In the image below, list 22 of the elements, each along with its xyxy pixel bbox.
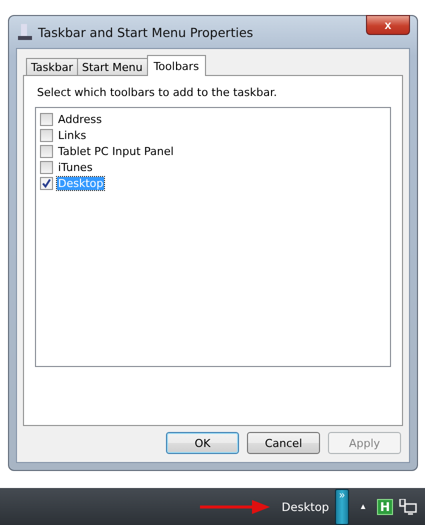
tab[interactable]: Taskbar bbox=[26, 58, 78, 75]
checkbox[interactable] bbox=[40, 112, 53, 126]
tab[interactable]: Toolbars bbox=[146, 55, 206, 76]
checkbox[interactable] bbox=[40, 144, 53, 158]
taskbar-properties-icon bbox=[18, 24, 32, 40]
list-item[interactable]: iTunes bbox=[57, 160, 94, 174]
checkbox[interactable] bbox=[40, 176, 53, 190]
list-item[interactable]: Address bbox=[57, 112, 103, 126]
instruction-text: Select which toolbars to add to the taskbar. bbox=[37, 86, 278, 99]
dialog-button[interactable]: OK bbox=[166, 432, 239, 454]
checkbox[interactable] bbox=[40, 128, 53, 142]
close-button[interactable]: x bbox=[366, 15, 410, 35]
list-item[interactable]: Links bbox=[57, 128, 88, 142]
checkbox[interactable] bbox=[40, 160, 53, 174]
window-title: Taskbar and Start Menu Properties bbox=[38, 24, 254, 40]
network-icon[interactable] bbox=[399, 498, 417, 514]
tab[interactable]: Start Menu bbox=[77, 58, 148, 75]
list-item[interactable]: Tablet PC Input Panel bbox=[57, 144, 175, 158]
show-hidden-icons-button[interactable]: ▲ bbox=[355, 502, 371, 511]
arrow bbox=[200, 498, 270, 514]
dialog-button[interactable]: Cancel bbox=[247, 432, 320, 454]
toolbar-label: Desktop bbox=[282, 500, 330, 514]
